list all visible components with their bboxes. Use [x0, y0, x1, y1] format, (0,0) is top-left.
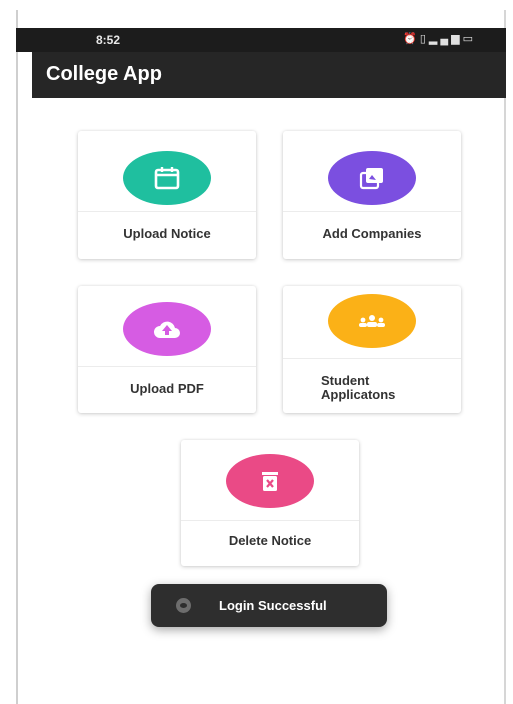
status-time: 8:52 — [96, 33, 121, 47]
upload-pdf-card[interactable]: Upload PDF — [78, 286, 256, 413]
card-icon-area — [78, 286, 256, 367]
status-bar: 8:52 ⏰▯▂▄▆▭ — [16, 28, 506, 52]
student-applications-label: Student Applicatons — [321, 373, 396, 402]
app-title: College App — [46, 63, 162, 85]
alarm-icon: ⏰ — [403, 33, 420, 45]
upload-notice-label: Upload Notice — [123, 226, 211, 241]
delete-icon — [226, 454, 314, 508]
vibrate-icon: ▯ — [419, 33, 429, 45]
cloud-upload-icon — [123, 302, 211, 356]
card-icon-area — [283, 286, 461, 359]
card-icon-area — [78, 131, 256, 212]
delete-notice-label: Delete Notice — [228, 533, 312, 548]
add-companies-card[interactable]: Add Companies — [283, 131, 461, 259]
status-icons: ⏰▯▂▄▆▭ — [403, 32, 476, 45]
signal-icon: ▂▄▆ — [428, 33, 463, 45]
delete-notice-card[interactable]: Delete Notice — [181, 440, 359, 566]
upload-notice-card[interactable]: Upload Notice — [78, 131, 256, 259]
upload-pdf-label: Upload PDF — [130, 381, 204, 396]
toast-message: Login Successful — [151, 584, 387, 627]
group-icon — [328, 294, 416, 348]
battery-icon: ▭ — [462, 33, 476, 45]
app-icon — [176, 598, 191, 613]
card-icon-area — [181, 440, 359, 521]
image-icon — [328, 151, 416, 205]
card-icon-area — [283, 131, 461, 212]
calendar-icon — [123, 151, 211, 205]
student-applications-card[interactable]: Student Applicatons — [283, 286, 461, 413]
toast-label: Login Successful — [219, 598, 327, 613]
add-companies-label: Add Companies — [322, 226, 422, 241]
app-bar: College App — [32, 52, 506, 98]
